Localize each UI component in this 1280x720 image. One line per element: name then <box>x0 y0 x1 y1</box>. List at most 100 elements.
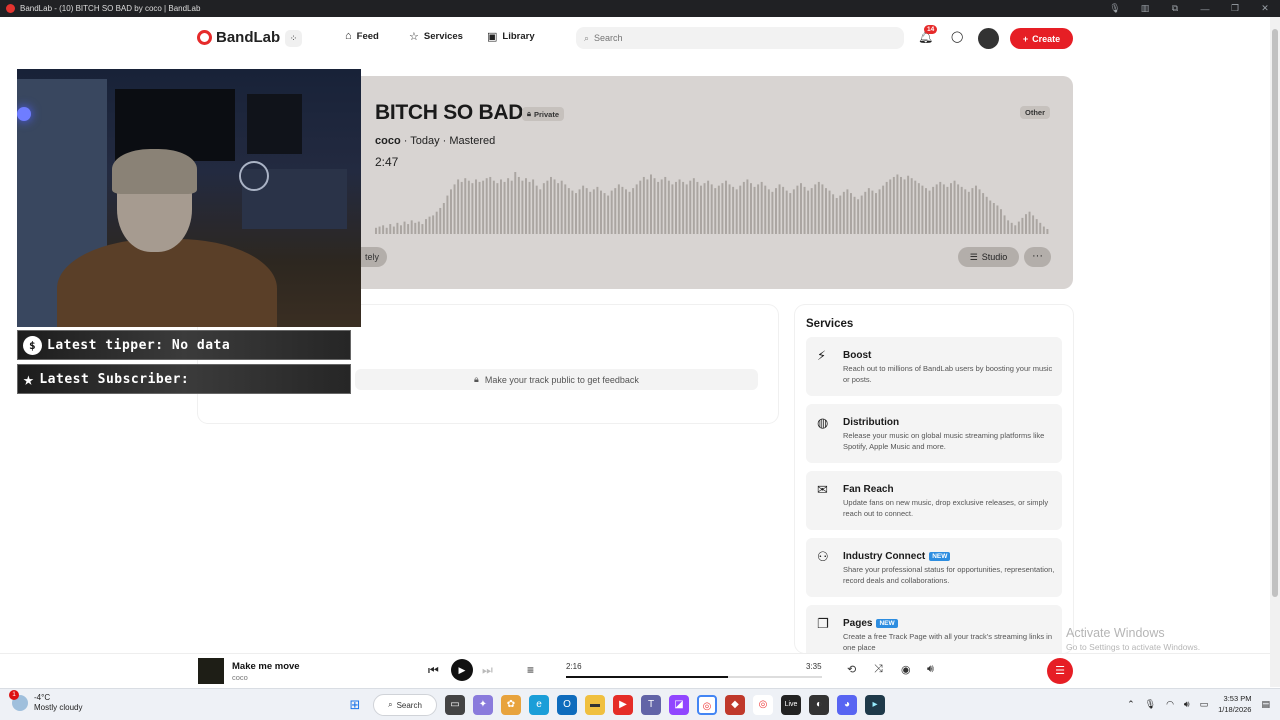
waveform-bar <box>1017 221 1020 234</box>
taskbar-clock[interactable]: 3:53 PM 1/18/2026 <box>1218 693 1251 715</box>
taskbar-search[interactable]: ⌕ Search <box>373 694 437 716</box>
latest-subscriber-text: Latest Subscriber: <box>39 371 190 387</box>
previous-track-icon[interactable]: ⏮︎ <box>428 663 439 678</box>
volume-icon[interactable]: 🔊︎ <box>927 663 934 676</box>
apps-grid-icon[interactable]: ⁘ <box>285 30 302 47</box>
queue-icon[interactable]: ≡ <box>527 663 534 677</box>
more-options-button[interactable]: ··· <box>1024 247 1051 267</box>
tray-mic-icon[interactable]: 🎙 <box>1145 699 1156 710</box>
playback-progress[interactable] <box>566 676 822 678</box>
minimize-button[interactable]: — <box>1190 4 1220 14</box>
task-view-icon[interactable]: ▭ <box>445 695 465 715</box>
sidebar-icon[interactable]: ▥ <box>1130 3 1160 14</box>
repeat-icon[interactable]: ⟲ <box>847 663 856 676</box>
widgets-icon[interactable]: ✿ <box>501 695 521 715</box>
copilot-icon[interactable]: ✦ <box>473 695 493 715</box>
terminal-app-icon[interactable]: ▸ <box>865 695 885 715</box>
waveform-bar <box>650 174 652 234</box>
outlook-icon[interactable]: O <box>557 695 577 715</box>
next-track-icon[interactable]: ⏭︎ <box>482 663 493 678</box>
scrollbar-thumb[interactable] <box>1272 29 1278 597</box>
waveform-bar <box>817 181 820 234</box>
teams-icon[interactable]: T <box>641 695 661 715</box>
close-button[interactable]: ✕ <box>1250 3 1280 14</box>
search-bar[interactable]: ⌕ <box>576 27 904 49</box>
service-boost[interactable]: ⚡︎ Boost Reach out to millions of BandLa… <box>806 337 1062 396</box>
waveform-bar <box>478 181 481 234</box>
restore-button[interactable]: ❐ <box>1220 3 1250 14</box>
notifications-icon[interactable]: ▤ <box>1261 699 1270 710</box>
waveform-bar <box>403 221 406 234</box>
privacy-label: Private <box>534 109 560 119</box>
waveform-bar <box>728 184 731 234</box>
current-time: 2:16 <box>566 662 582 671</box>
waveform-bar <box>717 185 720 234</box>
live-app-icon[interactable]: Live <box>781 695 801 715</box>
track-waveform[interactable] <box>375 172 1050 234</box>
twitch-icon[interactable]: ◪ <box>669 695 689 715</box>
now-playing-title[interactable]: Make me move <box>232 661 300 672</box>
broadcast-icon[interactable]: ◉ <box>901 663 911 676</box>
service-title: Boost <box>843 350 871 361</box>
service-industry-connect[interactable]: ⚇ Industry Connect NEW Share your profess… <box>806 538 1062 597</box>
clock-time: 3:53 PM <box>1223 694 1252 703</box>
youtube-icon[interactable]: ▶ <box>613 695 633 715</box>
wifi-icon[interactable]: ◠ <box>1166 699 1174 710</box>
weather-widget[interactable]: 1 -4°C Mostly cloudy <box>9 690 82 713</box>
speaker-icon[interactable]: 🔊︎ <box>1184 699 1190 710</box>
windows-start-icon[interactable]: ⊞ <box>345 695 365 715</box>
extensions-icon[interactable]: ⧉ <box>1160 3 1190 14</box>
discord-icon[interactable]: ◕ <box>837 695 857 715</box>
file-explorer-icon[interactable]: ▬ <box>585 695 605 715</box>
waveform-bar <box>825 188 827 234</box>
create-button[interactable]: + Create <box>1010 28 1073 49</box>
bandlab-logo[interactable]: BandLab <box>197 29 280 46</box>
tab-title[interactable]: BandLab - (10) BITCH SO BAD by coco | Ba… <box>20 4 200 13</box>
waveform-bar <box>967 191 970 234</box>
service-fan-reach[interactable]: ✉︎ Fan Reach Update fans on new music, d… <box>806 471 1062 530</box>
now-playing-cover[interactable] <box>198 658 224 684</box>
waveform-bar <box>1032 215 1035 234</box>
waveform-bar <box>939 181 942 234</box>
waveform-bar <box>867 188 870 234</box>
game-app-icon[interactable]: ◆ <box>725 695 745 715</box>
now-playing-artist[interactable]: coco <box>232 673 248 682</box>
play-button[interactable]: ▶ <box>451 659 473 681</box>
waveform-bar <box>421 224 424 234</box>
tray-chevron-icon[interactable]: ⌃ <box>1127 699 1135 710</box>
mic-icon[interactable]: 🎙 <box>1100 3 1130 14</box>
waveform-bar <box>775 188 777 234</box>
nav-services[interactable]: ☆ Services <box>409 30 463 43</box>
queue-menu-button[interactable]: ☰ <box>1047 658 1073 684</box>
waveform-bar <box>400 225 402 234</box>
track-artist[interactable]: coco <box>375 135 401 147</box>
music-player-bar: Make me move coco ⏮︎ ▶ ⏭︎ ≡ 2:16 3:35 ⟲ … <box>0 653 1270 688</box>
edge-icon[interactable]: e <box>529 695 549 715</box>
studio-icon: ☰ <box>969 251 978 262</box>
waveform-bar <box>635 184 638 234</box>
shuffle-icon[interactable]: ⤨ <box>874 663 883 676</box>
waveform-bar <box>764 185 767 234</box>
waveform-bar <box>485 178 488 234</box>
service-distribution[interactable]: ◍ Distribution Release your music on glo… <box>806 404 1062 463</box>
chrome-icon[interactable]: ◎ <box>697 695 717 715</box>
browser-titlebar: BandLab - (10) BITCH SO BAD by coco | Ba… <box>0 0 1280 17</box>
waveform-bar <box>417 221 420 234</box>
chrome-profile-icon[interactable]: ◎ <box>753 695 773 715</box>
waveform-bar <box>407 224 410 234</box>
nav-feed[interactable]: ⌂ Feed <box>345 30 379 42</box>
waveform-bar <box>642 176 645 234</box>
studio-button[interactable]: ☰ Studio <box>958 247 1019 267</box>
waveform-bar <box>1039 222 1042 234</box>
battery-icon[interactable]: ▭ <box>1200 699 1209 710</box>
search-input[interactable] <box>594 33 885 43</box>
waveform-bar <box>992 203 995 234</box>
page-scrollbar[interactable] <box>1270 17 1280 687</box>
waveform-bar <box>1000 209 1002 234</box>
nav-library[interactable]: ▣ Library <box>487 30 535 43</box>
obs-icon[interactable]: ◐ <box>809 695 829 715</box>
chat-icon[interactable]: ◯ <box>951 30 963 43</box>
service-pages[interactable]: ❐ Pages NEW Create a free Track Page with… <box>806 605 1062 653</box>
user-avatar[interactable] <box>978 28 999 49</box>
waveform-bar <box>432 215 435 234</box>
